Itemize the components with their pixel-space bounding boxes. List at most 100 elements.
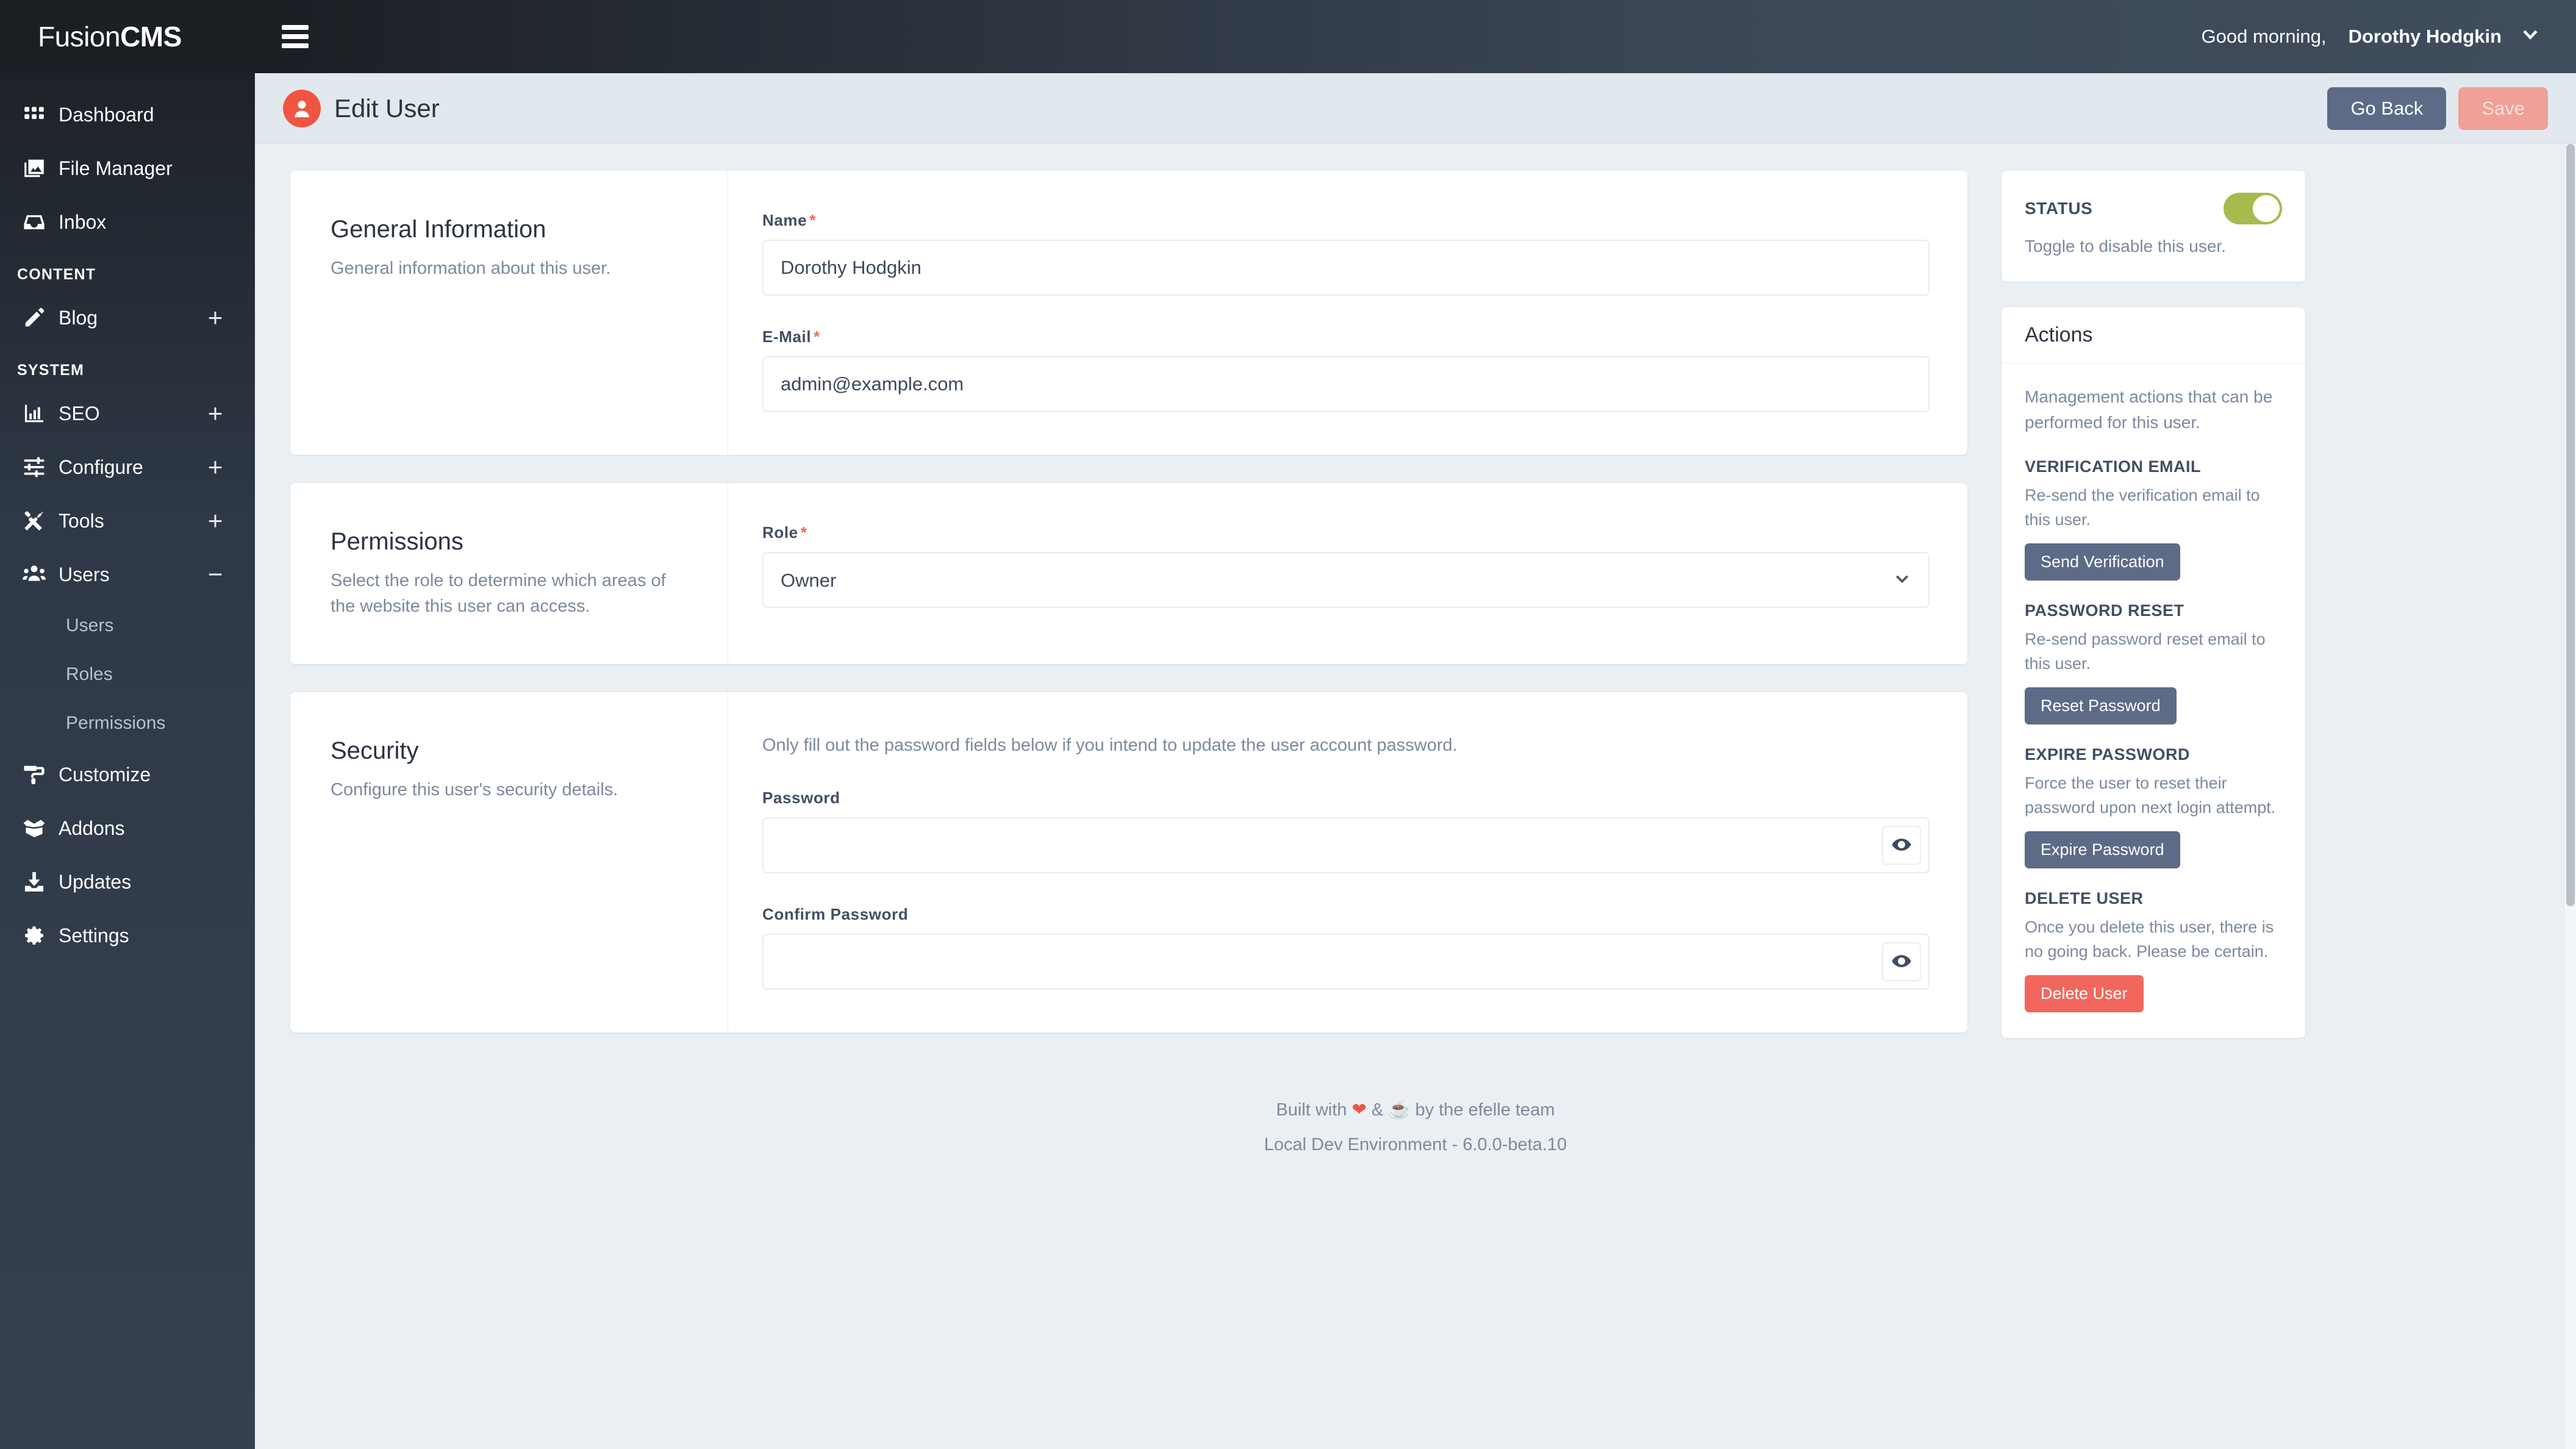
status-toggle[interactable]: [2224, 193, 2282, 224]
heart-icon: ❤: [1351, 1100, 1367, 1120]
sidebar-subitem-label: Permissions: [66, 713, 166, 733]
eye-icon: [1891, 834, 1912, 857]
hamburger-menu-icon[interactable]: [282, 21, 316, 52]
required-asterisk: *: [809, 211, 816, 229]
sidebar-item-blog[interactable]: Blog +: [0, 291, 255, 345]
action-verification-email: VERIFICATION EMAIL Re-send the verificat…: [2025, 457, 2282, 581]
sidebar-item-collapse-users[interactable]: −: [205, 562, 226, 587]
chevron-down-icon: [2520, 24, 2541, 49]
reset-password-button[interactable]: Reset Password: [2025, 687, 2177, 724]
action-expire-password: EXPIRE PASSWORD Force the user to reset …: [2025, 745, 2282, 868]
sidebar-item-label: Configure: [59, 456, 143, 478]
coffee-icon: ☕: [1388, 1100, 1411, 1120]
action-title: EXPIRE PASSWORD: [2025, 745, 2191, 764]
action-title: DELETE USER: [2025, 889, 2144, 907]
user-menu[interactable]: Good morning, Dorothy Hodgkin: [2202, 24, 2541, 49]
action-title: VERIFICATION EMAIL: [2025, 457, 2201, 476]
role-select[interactable]: Owner: [762, 552, 1930, 608]
box-open-icon: [16, 817, 52, 840]
toggle-password-visibility-button[interactable]: [1882, 826, 1921, 865]
sidebar-item-updates[interactable]: Updates: [0, 855, 255, 909]
brand-logo-light: Fusion: [38, 21, 121, 52]
sidebar: Fusion CMS Dashboard File Manager Inbox C…: [0, 0, 255, 1449]
sidebar-item-label: SEO: [59, 402, 100, 424]
sidebar-subitem-label: Users: [66, 615, 114, 635]
confirm-password-field-group: Confirm Password: [762, 905, 1930, 990]
tools-icon: [16, 509, 52, 532]
brand-logo[interactable]: Fusion CMS: [0, 0, 255, 73]
actions-card-intro: Management actions that can be performed…: [2025, 387, 2273, 432]
sidebar-subitem-permissions[interactable]: Permissions: [0, 699, 255, 748]
footer-version: Local Dev Environment - 6.0.0-beta.10: [1264, 1134, 1567, 1154]
name-field-group: Name *: [762, 211, 1930, 296]
sidebar-item-add-blog[interactable]: +: [205, 305, 226, 331]
sidebar-nav: Dashboard File Manager Inbox CONTENT Blo…: [0, 73, 255, 962]
security-help-text: Only fill out the password fields below …: [762, 735, 1458, 756]
brand-logo-bold: CMS: [120, 21, 182, 52]
sidebar-item-users[interactable]: Users −: [0, 548, 255, 601]
sidebar-item-inbox[interactable]: Inbox: [0, 195, 255, 249]
sidebar-item-label: Dashboard: [59, 103, 154, 126]
action-description: Re-send password reset email to this use…: [2025, 629, 2266, 673]
action-description: Once you delete this user, there is no g…: [2025, 917, 2274, 961]
go-back-button[interactable]: Go Back: [2327, 87, 2447, 130]
send-verification-button[interactable]: Send Verification: [2025, 543, 2180, 581]
sidebar-item-addons[interactable]: Addons: [0, 801, 255, 855]
sidebar-subitem-users[interactable]: Users: [0, 601, 255, 650]
email-input[interactable]: [762, 356, 1930, 412]
general-information-fields: Name* E-Mail*: [728, 171, 1967, 455]
sidebar-section-system: SYSTEM: [17, 362, 84, 379]
action-delete-user: DELETE USER Once you delete this user, t…: [2025, 889, 2282, 1012]
sidebar-item-settings[interactable]: Settings: [0, 909, 255, 962]
chart-bar-icon: [16, 402, 52, 425]
sidebar-item-label: Settings: [59, 924, 129, 946]
expire-password-button[interactable]: Expire Password: [2025, 831, 2180, 868]
sliders-icon: [16, 456, 52, 479]
form-column: General Information General information …: [290, 171, 1967, 1061]
delete-user-button[interactable]: Delete User: [2025, 975, 2144, 1012]
paint-roller-icon: [16, 763, 52, 786]
role-label-text: Role: [762, 523, 798, 542]
eye-icon: [1891, 951, 1912, 973]
save-button[interactable]: Save: [2458, 87, 2548, 130]
section-description: General information about this user.: [331, 259, 611, 278]
required-asterisk: *: [814, 327, 820, 346]
email-label-text: E-Mail: [762, 327, 812, 346]
email-field-group: E-Mail *: [762, 327, 1930, 412]
status-toggle-knob: [2253, 195, 2280, 222]
permissions-card: Permissions Select the role to determine…: [290, 483, 1967, 665]
page-scroll-area: General Information General information …: [255, 144, 2576, 1449]
action-title: PASSWORD RESET: [2025, 601, 2184, 620]
sidebar-item-label: Users: [59, 563, 110, 585]
sidebar-item-tools[interactable]: Tools +: [0, 494, 255, 548]
section-description: Configure this user's security details.: [331, 780, 618, 800]
role-label: Role *: [762, 523, 1930, 542]
sidebar-item-add-seo[interactable]: +: [205, 401, 226, 426]
sidebar-item-label: Blog: [59, 306, 98, 329]
toggle-confirm-password-visibility-button[interactable]: [1882, 942, 1921, 982]
scrollbar-thumb[interactable]: [2566, 144, 2575, 906]
email-label: E-Mail *: [762, 327, 1930, 346]
sidebar-subitem-label: Roles: [66, 664, 113, 684]
pencil-icon: [16, 306, 52, 329]
scrollbar-track[interactable]: [2565, 144, 2576, 1449]
footer-built-post: by the efelle team: [1415, 1100, 1555, 1120]
password-input[interactable]: [762, 817, 1930, 874]
sidebar-item-seo[interactable]: SEO +: [0, 387, 255, 440]
sidebar-item-configure[interactable]: Configure +: [0, 440, 255, 494]
aside-column: STATUS Toggle to disable this user. Acti…: [2002, 171, 2305, 1064]
download-icon: [16, 870, 52, 893]
topbar: Good morning, Dorothy Hodgkin: [255, 0, 2576, 73]
user-avatar-icon: [283, 89, 321, 127]
page-header-left: Edit User: [283, 89, 440, 127]
sidebar-item-label: File Manager: [59, 157, 173, 179]
sidebar-subitem-roles[interactable]: Roles: [0, 650, 255, 699]
sidebar-item-add-configure[interactable]: +: [205, 454, 226, 480]
name-input[interactable]: [762, 240, 1930, 296]
sidebar-item-dashboard[interactable]: Dashboard: [0, 88, 255, 141]
sidebar-item-file-manager[interactable]: File Manager: [0, 141, 255, 195]
sidebar-section-content: CONTENT: [17, 266, 96, 283]
confirm-password-input[interactable]: [762, 934, 1930, 990]
sidebar-item-add-tools[interactable]: +: [205, 508, 226, 534]
sidebar-item-customize[interactable]: Customize: [0, 748, 255, 801]
